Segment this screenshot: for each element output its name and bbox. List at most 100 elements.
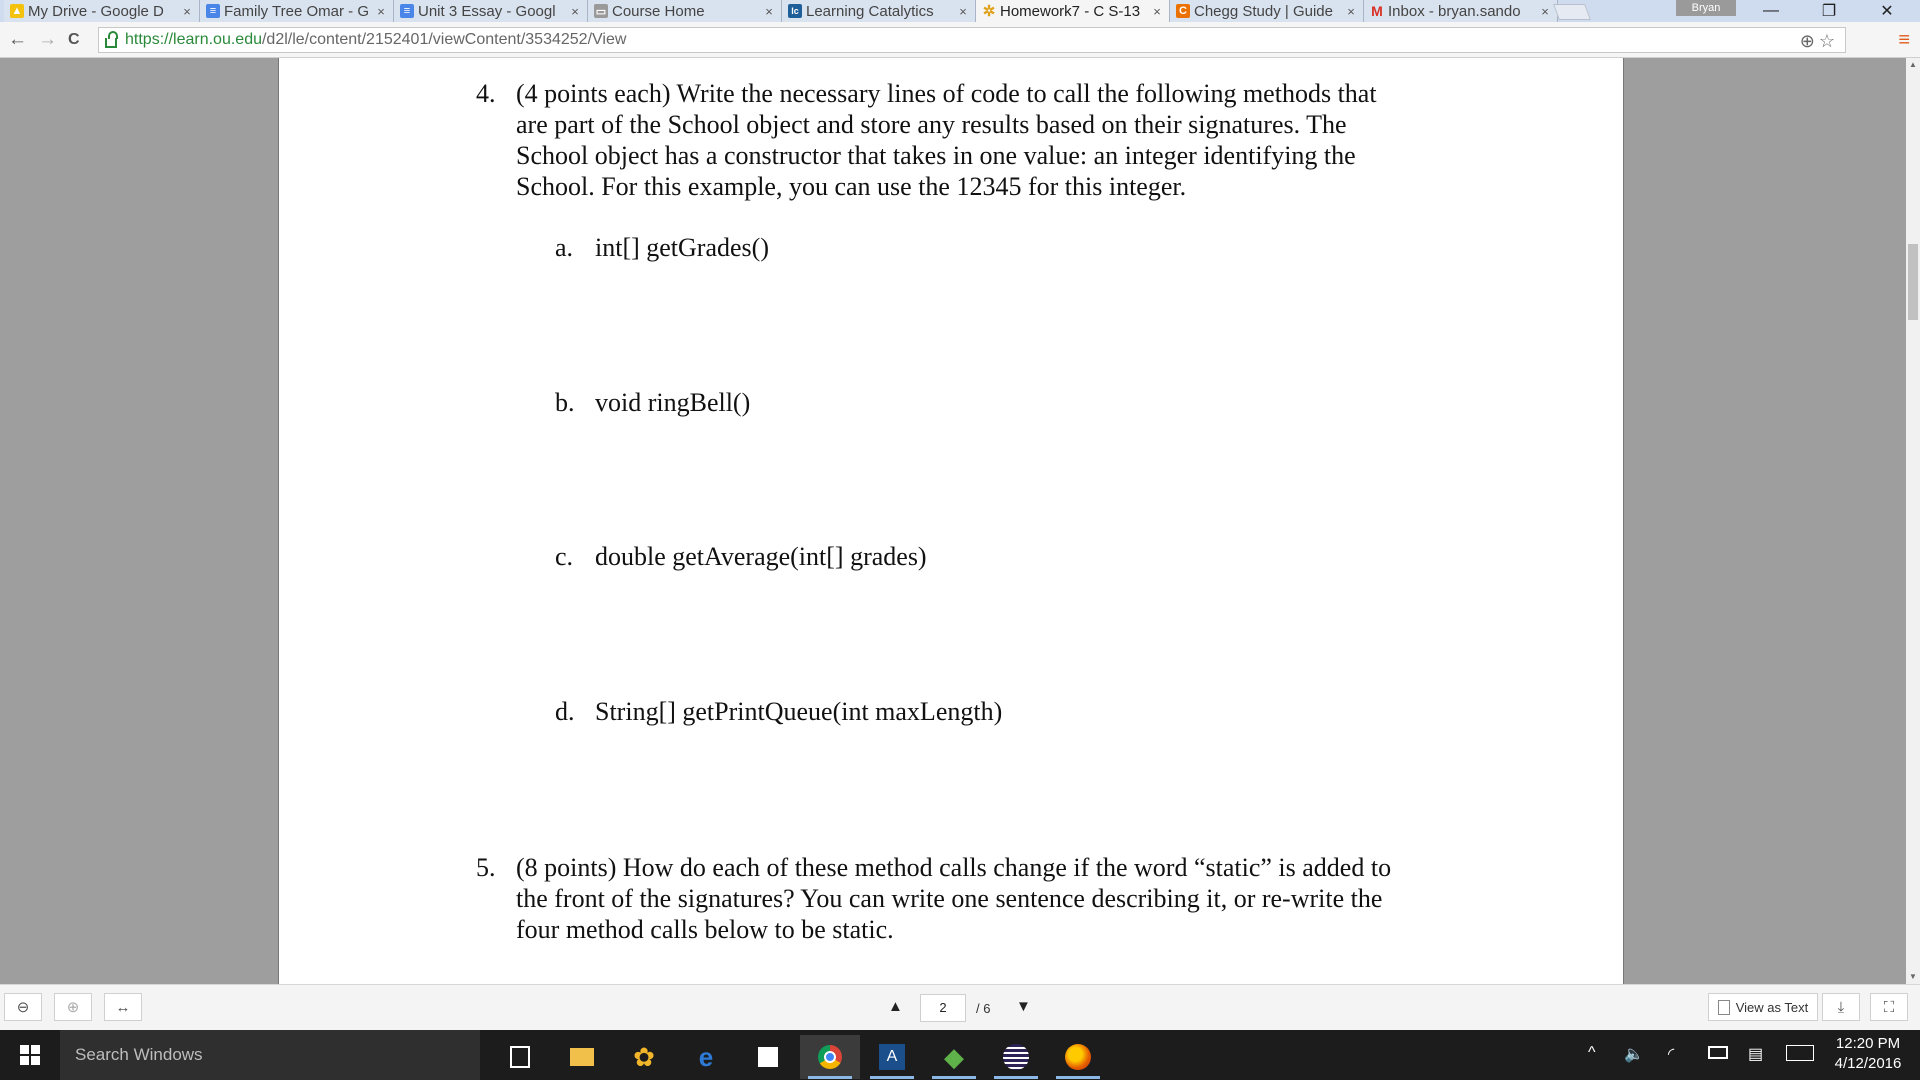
question-text: (4 points each) Write the necessary line… bbox=[516, 79, 1377, 201]
previous-page-icon[interactable]: ▲ bbox=[888, 998, 903, 1015]
docs-icon: ≡ bbox=[206, 4, 220, 18]
minimize-button[interactable]: — bbox=[1748, 0, 1794, 22]
scrollbar-thumb[interactable] bbox=[1908, 244, 1918, 320]
pdf-viewer: 4. (4 points each) Write the necessary l… bbox=[0, 58, 1920, 984]
zoom-icon[interactable]: ⊕ bbox=[1800, 31, 1815, 52]
omnibox-icons: ⊕ ☆ bbox=[1800, 31, 1835, 52]
url-path: /d2l/le/content/2152401/viewContent/3534… bbox=[261, 31, 627, 48]
view-as-text-label: View as Text bbox=[1735, 999, 1809, 1015]
close-icon[interactable]: × bbox=[179, 4, 195, 19]
reload-button[interactable]: C bbox=[68, 31, 80, 49]
back-button[interactable]: ← bbox=[8, 29, 27, 51]
show-hidden-icons-icon[interactable]: ^ bbox=[1588, 1044, 1596, 1062]
chrome-icon[interactable] bbox=[800, 1035, 860, 1079]
vertical-scrollbar[interactable]: ▲ ▼ bbox=[1906, 58, 1920, 984]
tab-title: Course Home bbox=[612, 2, 705, 20]
part-letter: b. bbox=[555, 388, 575, 417]
chegg-icon: C bbox=[1176, 4, 1190, 18]
lc-icon: lc bbox=[788, 4, 802, 18]
task-view-icon[interactable] bbox=[490, 1035, 550, 1079]
zoom-out-button[interactable]: ⊖ bbox=[4, 993, 42, 1021]
tab-title: Family Tree Omar - G bbox=[224, 2, 370, 20]
tab-family-tree[interactable]: ≡ Family Tree Omar - G × bbox=[200, 0, 394, 22]
scroll-down-arrow-icon[interactable]: ▼ bbox=[1906, 970, 1920, 984]
page-total: / 6 bbox=[976, 1001, 991, 1016]
zoom-in-button[interactable]: ⊕ bbox=[54, 993, 92, 1021]
close-icon[interactable]: × bbox=[1149, 4, 1165, 19]
scroll-up-arrow-icon[interactable]: ▲ bbox=[1906, 58, 1920, 72]
close-icon[interactable]: × bbox=[955, 4, 971, 19]
tab-title: Unit 3 Essay - Googl bbox=[418, 2, 556, 20]
part-letter: d. bbox=[555, 697, 575, 726]
close-icon[interactable]: × bbox=[761, 4, 777, 19]
close-icon[interactable]: × bbox=[567, 4, 583, 19]
tab-learning-catalytics[interactable]: lc Learning Catalytics × bbox=[782, 0, 976, 22]
tab-inbox[interactable]: M Inbox - bryan.sando × bbox=[1364, 0, 1558, 22]
volume-icon[interactable]: 🔈 bbox=[1624, 1044, 1644, 1064]
file-explorer-icon[interactable] bbox=[552, 1035, 612, 1079]
clock-date: 4/12/2016 bbox=[1834, 1055, 1902, 1072]
part-letter: c. bbox=[555, 542, 574, 571]
search-windows-box[interactable]: Search Windows bbox=[60, 1030, 480, 1080]
page-number-input[interactable]: 2 bbox=[920, 994, 966, 1022]
windows-taskbar: Search Windows ✿ e A ◆ ^ 🔈 ◜ ▤ 12:20 PM … bbox=[0, 1030, 1920, 1080]
tab-title: My Drive - Google D bbox=[28, 2, 164, 20]
close-icon[interactable]: × bbox=[1537, 4, 1553, 19]
part-text: String[] getPrintQueue(int maxLength) bbox=[595, 697, 1003, 726]
download-icon: ⤓ bbox=[1837, 998, 1845, 1016]
tab-homework7[interactable]: ✲ Homework7 - C S-13 × bbox=[976, 0, 1170, 22]
zoom-out-icon: ⊖ bbox=[16, 999, 30, 1016]
tab-my-drive[interactable]: ▲ My Drive - Google D × bbox=[4, 0, 200, 22]
part-text: int[] getGrades() bbox=[595, 233, 769, 262]
address-bar[interactable]: https://learn.ou.edu /d2l/le/content/215… bbox=[98, 27, 1846, 53]
download-button[interactable]: ⤓ bbox=[1822, 993, 1860, 1021]
photos-icon[interactable]: ◆ bbox=[924, 1035, 984, 1079]
gmail-icon: M bbox=[1371, 3, 1383, 19]
browser-toolbar: ← → C https://learn.ou.edu /d2l/le/conte… bbox=[0, 22, 1920, 58]
loading-icon: ✲ bbox=[982, 3, 996, 20]
new-tab-button[interactable] bbox=[1553, 4, 1591, 20]
tab-course-home[interactable]: ▭ Course Home × bbox=[588, 0, 782, 22]
tab-title: Homework7 - C S-13 bbox=[1000, 2, 1141, 20]
bookmark-star-icon[interactable]: ☆ bbox=[1819, 31, 1835, 52]
question-5: 5. (8 points) How do each of these metho… bbox=[476, 852, 1476, 945]
forward-button[interactable]: → bbox=[38, 29, 57, 51]
tab-unit3-essay[interactable]: ≡ Unit 3 Essay - Googl × bbox=[394, 0, 588, 22]
system-clock[interactable]: 12:20 PM 4/12/2016 bbox=[1820, 1034, 1916, 1074]
wifi-icon[interactable]: ◜ bbox=[1668, 1044, 1674, 1064]
action-center-icon[interactable]: ▤ bbox=[1748, 1044, 1763, 1064]
part-letter: a. bbox=[555, 233, 574, 262]
browser-menu-icon[interactable]: ≡ bbox=[1898, 29, 1910, 52]
document-icon bbox=[1717, 999, 1730, 1015]
tab-chegg[interactable]: C Chegg Study | Guide × bbox=[1170, 0, 1364, 22]
tab-strip: ▲ My Drive - Google D × ≡ Family Tree Om… bbox=[0, 0, 1920, 22]
fit-width-icon: ↔ bbox=[115, 998, 131, 1016]
question-4: 4. (4 points each) Write the necessary l… bbox=[476, 78, 1476, 202]
fullscreen-button[interactable]: ⛶ bbox=[1870, 993, 1908, 1021]
picasa-icon[interactable]: ✿ bbox=[614, 1035, 674, 1079]
part-text: double getAverage(int[] grades) bbox=[595, 542, 927, 571]
close-window-icon: ✕ bbox=[1880, 3, 1894, 20]
restore-icon: ❐ bbox=[1821, 3, 1837, 20]
keyboard-icon[interactable] bbox=[1786, 1044, 1814, 1062]
restore-button[interactable]: ❐ bbox=[1806, 0, 1852, 22]
close-icon[interactable]: × bbox=[373, 4, 389, 19]
eclipse-icon[interactable] bbox=[986, 1035, 1046, 1079]
view-as-text-button[interactable]: View as Text bbox=[1708, 993, 1818, 1021]
store-icon[interactable] bbox=[738, 1035, 798, 1079]
profile-badge[interactable]: Bryan bbox=[1676, 0, 1736, 16]
search-placeholder: Search Windows bbox=[75, 1045, 203, 1064]
docs-icon: ≡ bbox=[400, 4, 414, 18]
windows-start-icon[interactable] bbox=[20, 1045, 40, 1065]
edge-browser-icon[interactable]: e bbox=[676, 1035, 736, 1079]
close-icon[interactable]: × bbox=[1343, 4, 1359, 19]
close-window-button[interactable]: ✕ bbox=[1864, 0, 1910, 22]
battery-icon[interactable] bbox=[1708, 1044, 1728, 1062]
next-page-icon[interactable]: ▼ bbox=[1016, 998, 1031, 1015]
profile-name: Bryan bbox=[1691, 2, 1721, 14]
pdf-app-icon[interactable]: A bbox=[862, 1035, 922, 1079]
firefox-icon[interactable] bbox=[1048, 1035, 1108, 1079]
document-page: 4. (4 points each) Write the necessary l… bbox=[278, 58, 1624, 984]
fit-width-button[interactable]: ↔ bbox=[104, 993, 142, 1021]
question-number: 4. bbox=[476, 79, 496, 108]
